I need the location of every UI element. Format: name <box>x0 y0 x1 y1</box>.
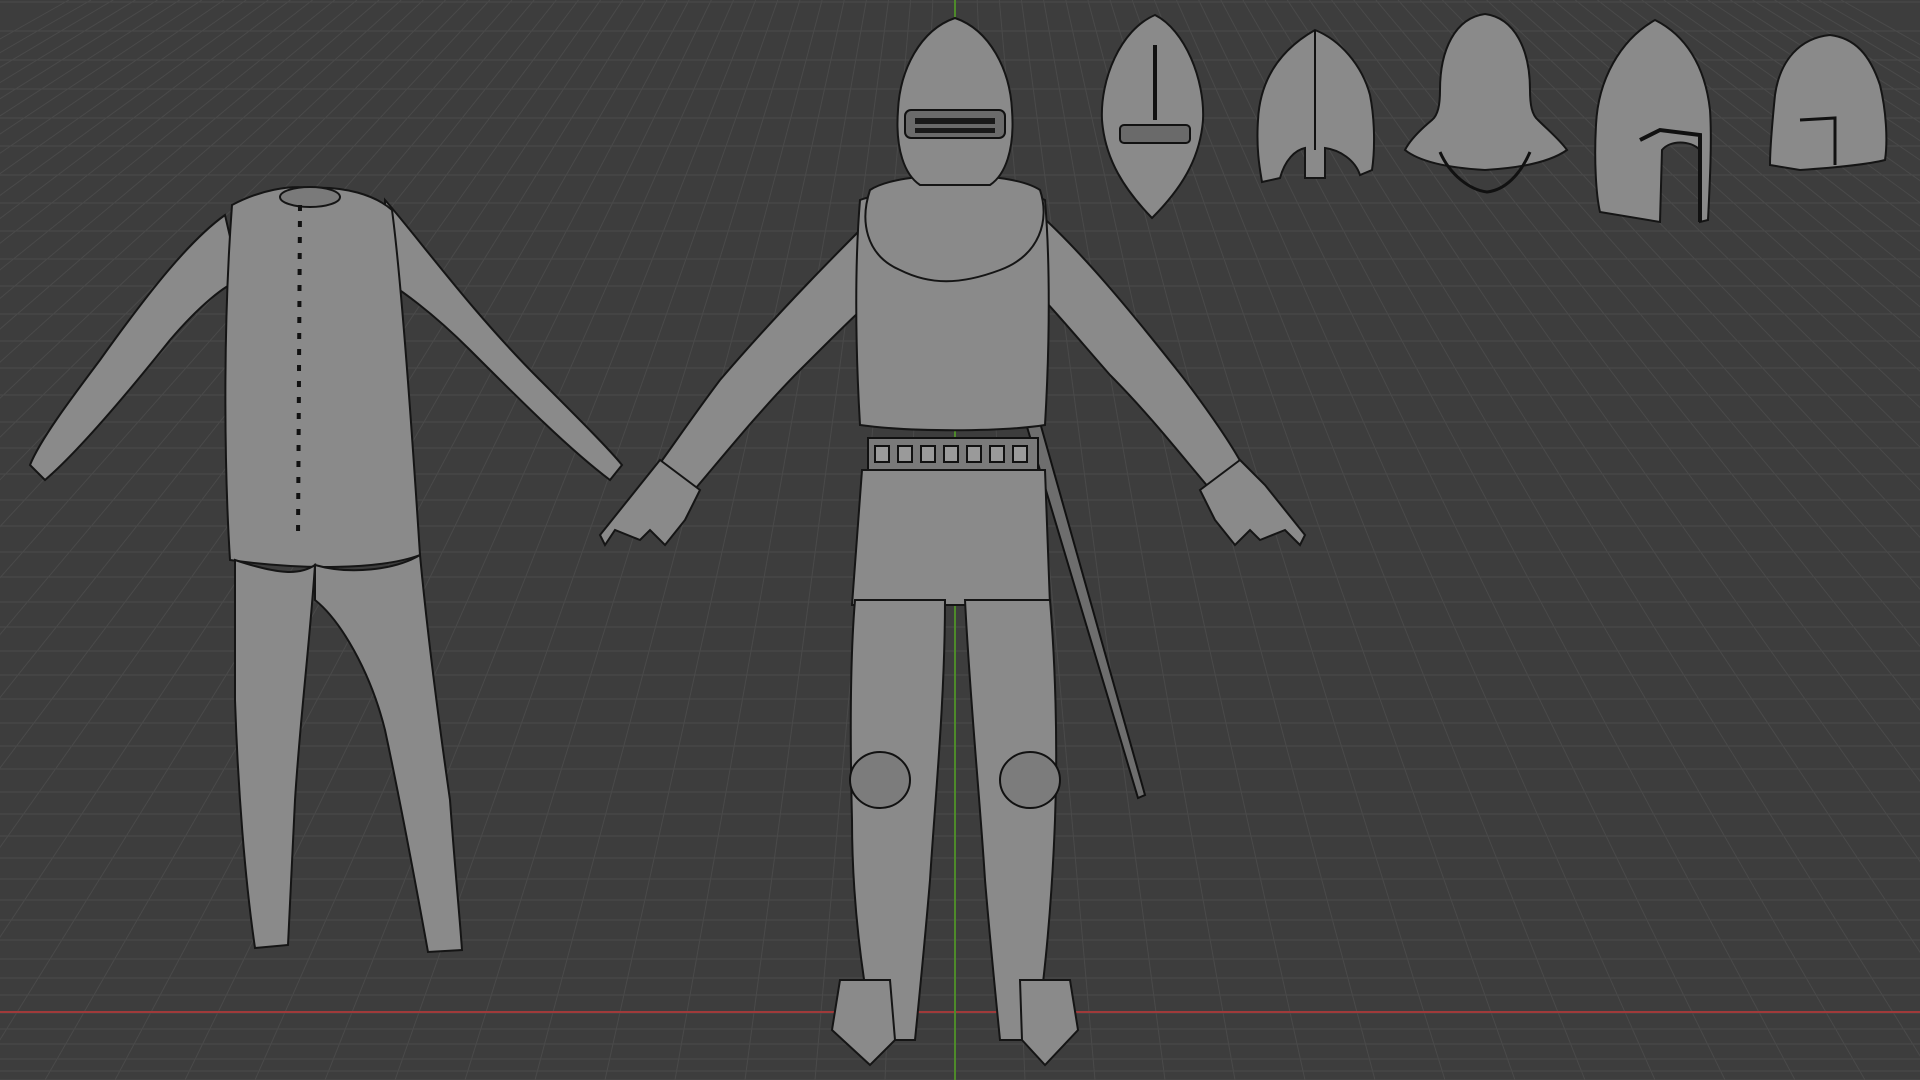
3d-viewport[interactable] <box>0 0 1920 1080</box>
helmet-sallet[interactable] <box>1768 33 1888 172</box>
viewport-canvas[interactable] <box>0 0 1920 1080</box>
helmet-bascinet-visor[interactable] <box>1100 13 1205 220</box>
gambeson-tunic-and-hose[interactable] <box>28 186 624 954</box>
helmet-nasal[interactable] <box>1256 28 1376 184</box>
